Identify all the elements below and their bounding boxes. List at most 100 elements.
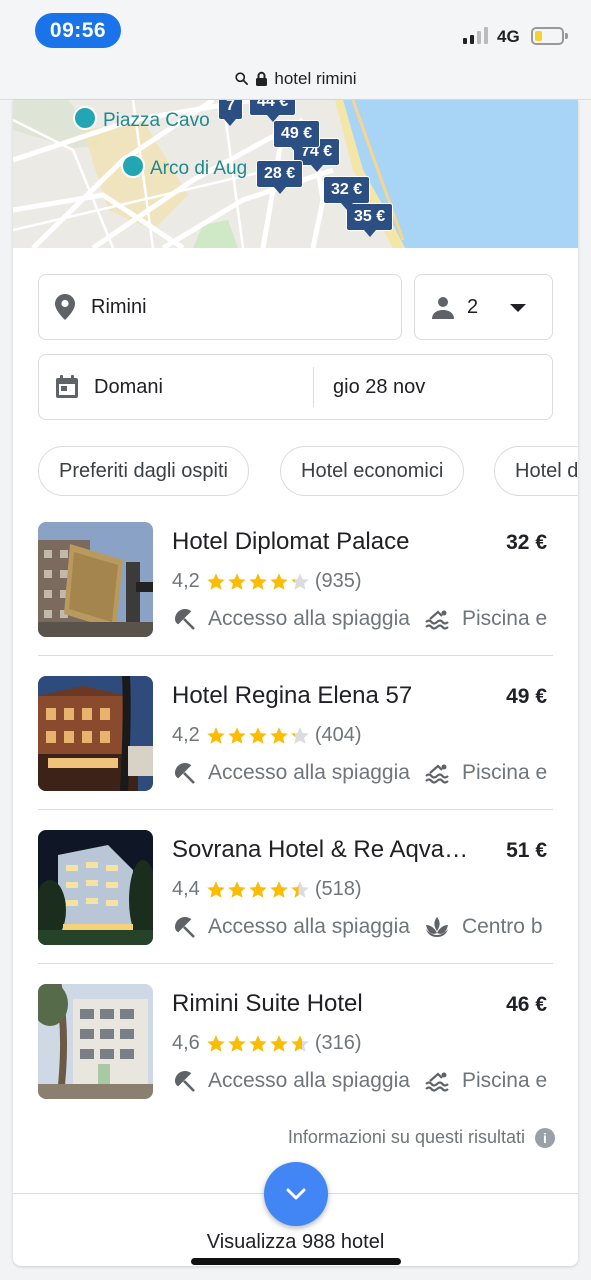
beach-umbrella-icon [175, 1071, 195, 1092]
chip-more-hotels[interactable]: Hotel d [494, 446, 578, 496]
map-price-pin[interactable]: 44 € [249, 100, 297, 122]
checkin-value: Domani [94, 375, 163, 398]
map-price-pin[interactable]: 49 € [273, 120, 321, 154]
hotel-rating: 4,6 (316) [172, 1032, 362, 1055]
location-pin-icon [55, 294, 75, 320]
amenity-label: Accesso alla spiaggia [208, 761, 410, 784]
chip-guest-favorites[interactable]: Preferiti dagli ospiti [38, 446, 249, 496]
date-divider [313, 367, 314, 407]
info-icon[interactable]: i [535, 1127, 555, 1148]
pool-icon [425, 764, 449, 784]
home-indicator[interactable] [191, 1258, 401, 1265]
star-icon [270, 880, 288, 898]
hotel-photo[interactable] [38, 984, 153, 1099]
beach-umbrella-icon [175, 763, 195, 784]
amenity-label: Centro b [461, 915, 543, 938]
guests-value: 2 [467, 295, 479, 318]
lock-icon [256, 71, 268, 86]
star-rating-icon [206, 880, 311, 900]
review-count: (518) [314, 878, 362, 900]
hotel-rating: 4,2 (404) [172, 724, 362, 747]
map-label: Arco di Aug [150, 158, 248, 179]
url-text: hotel rimini [274, 68, 357, 88]
hotel-result[interactable]: Rimini Suite Hotel 46 € 4,6 (316) Access… [38, 964, 553, 1118]
hotel-price: 51 € [506, 839, 547, 862]
hotel-result[interactable]: Sovrana Hotel & Re Aqva… 51 € 4,4 (518) … [38, 810, 553, 964]
hotel-name[interactable]: Hotel Diplomat Palace [172, 528, 487, 556]
status-bar: 09:56 4G [0, 0, 591, 58]
hotel-result[interactable]: Hotel Diplomat Palace 32 € 4,2 (935) Acc… [38, 502, 553, 656]
star-icon [291, 880, 309, 898]
calendar-icon [56, 375, 78, 398]
location-value: Rimini [91, 295, 147, 318]
chip-budget-hotels[interactable]: Hotel economici [280, 446, 465, 496]
view-all-hotels-link[interactable]: Visualizza 988 hotel [13, 1231, 578, 1254]
filter-chips: Preferiti dagli ospiti Hotel economici H… [38, 446, 578, 496]
star-rating-icon [206, 726, 311, 746]
hotel-name[interactable]: Hotel Regina Elena 57 [172, 682, 487, 710]
rating-value: 4,2 [172, 570, 200, 592]
hotel-rating: 4,4 (518) [172, 878, 362, 901]
spa-icon [425, 917, 448, 937]
hotel-photo[interactable] [38, 676, 153, 791]
hotel-price: 49 € [506, 685, 547, 708]
star-icon [270, 726, 288, 744]
date-range-input[interactable]: Domani gio 28 nov [38, 354, 553, 420]
map-price-pin[interactable]: 28 € [256, 160, 304, 194]
hotel-amenities: Accesso alla spiaggia Piscina e [172, 1066, 553, 1096]
star-icon [228, 572, 246, 590]
star-icon [207, 572, 225, 590]
rating-value: 4,2 [172, 724, 200, 746]
results-info-text: Informazioni su questi risultati [287, 1127, 525, 1147]
hotel-name[interactable]: Rimini Suite Hotel [172, 990, 487, 1018]
poi-icon [121, 154, 145, 178]
amenity-label: Piscina e [461, 761, 548, 784]
rating-value: 4,4 [172, 878, 200, 900]
checkout-field[interactable]: gio 28 nov [333, 355, 425, 419]
hotel-photo[interactable] [38, 830, 153, 945]
star-icon [291, 726, 309, 744]
hotel-map[interactable]: Piazza Cavo Arco di Aug 7 44 € 74 € 49 €… [13, 100, 578, 248]
hotel-price: 32 € [506, 531, 547, 554]
hotel-rating: 4,2 (935) [172, 570, 362, 593]
amenity-label: Piscina e [461, 1069, 548, 1092]
hotel-amenities: Accesso alla spiaggia Centro b [172, 912, 553, 942]
star-icon [249, 880, 267, 898]
person-icon [432, 297, 454, 319]
hotel-photo[interactable] [38, 522, 153, 637]
guests-selector[interactable]: 2 [414, 274, 553, 340]
url-bar[interactable]: hotel rimini [0, 58, 591, 100]
star-rating-icon [206, 1034, 311, 1054]
star-icon [207, 880, 225, 898]
star-icon [270, 1034, 288, 1052]
location-input[interactable]: Rimini [38, 274, 402, 340]
review-count: (404) [314, 724, 362, 746]
beach-umbrella-icon [175, 917, 195, 938]
hotel-amenities: Accesso alla spiaggia Piscina e [172, 604, 553, 634]
star-icon [291, 572, 309, 590]
map-label: Piazza Cavo [103, 110, 210, 131]
network-type: 4G [497, 27, 520, 46]
hotel-result[interactable]: Hotel Regina Elena 57 49 € 4,2 (404) Acc… [38, 656, 553, 810]
hotel-price: 46 € [506, 993, 547, 1016]
map-price-pin[interactable]: 7 [218, 100, 243, 126]
amenity-label: Accesso alla spiaggia [208, 1069, 410, 1092]
star-rating-icon [206, 572, 311, 592]
star-icon [228, 880, 246, 898]
star-icon [249, 572, 267, 590]
checkin-field[interactable]: Domani [39, 355, 313, 419]
star-icon [207, 726, 225, 744]
expand-button[interactable] [264, 1162, 328, 1226]
star-icon [249, 726, 267, 744]
star-icon [249, 1034, 267, 1052]
status-time: 09:56 [35, 13, 121, 48]
results-info[interactable]: Informazioni su questi risultati i [288, 1127, 555, 1148]
star-icon [207, 1034, 225, 1052]
hotel-name[interactable]: Sovrana Hotel & Re Aqva… [172, 836, 487, 864]
map-price-pin[interactable]: 32 € [323, 176, 371, 210]
rating-value: 4,6 [172, 1032, 200, 1054]
dropdown-arrow-icon [510, 304, 526, 312]
map-price-pin[interactable]: 35 € [346, 203, 394, 237]
amenity-label: Piscina e [461, 607, 548, 630]
star-icon [228, 726, 246, 744]
